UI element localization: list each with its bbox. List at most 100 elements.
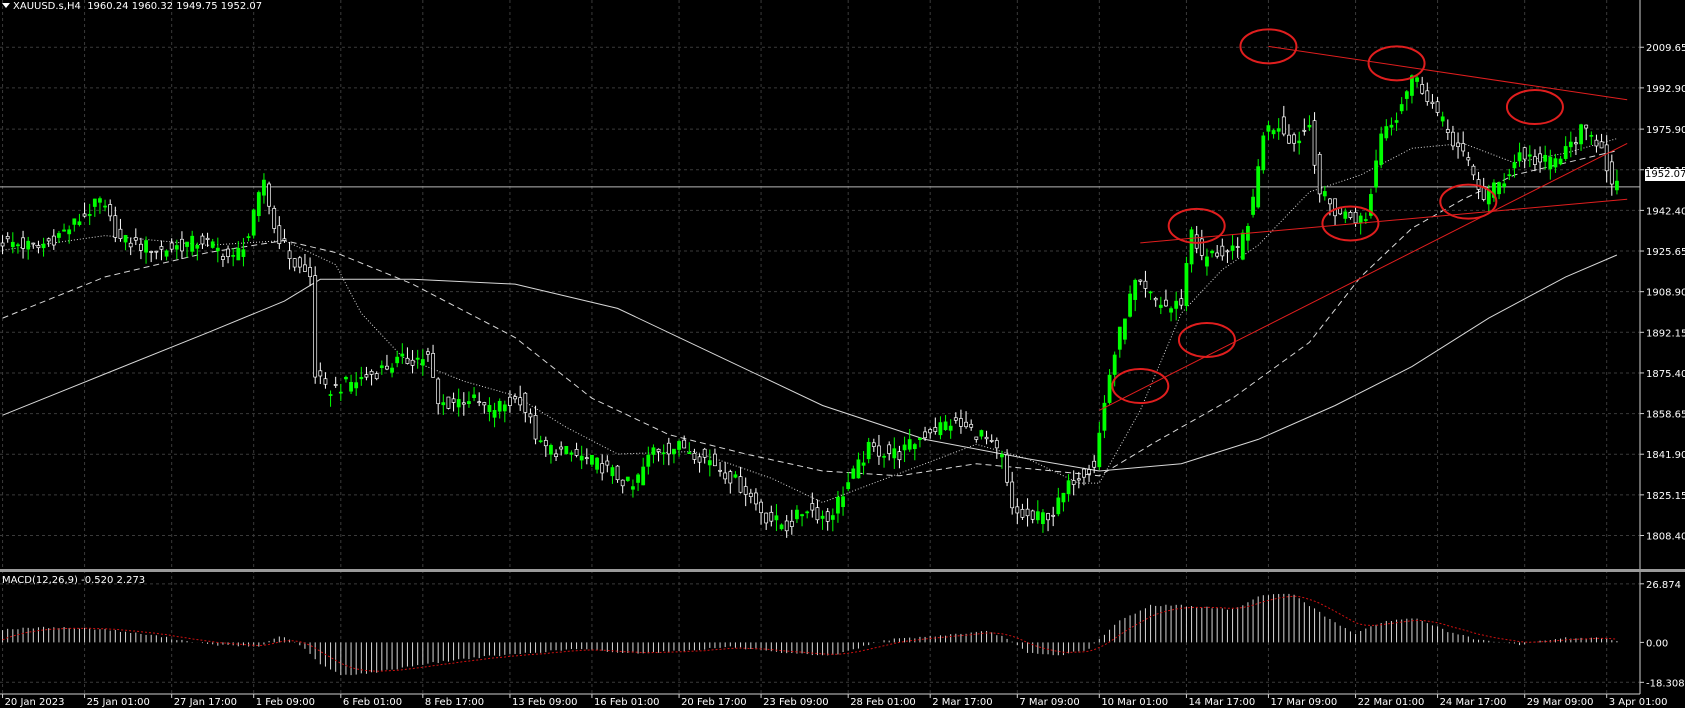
candle-body <box>1435 101 1440 113</box>
y-tick-label: 1875.40 <box>1646 369 1685 380</box>
candle-body <box>62 229 66 232</box>
candle-body <box>1287 134 1291 144</box>
candle-body <box>400 353 405 357</box>
macd-label: MACD(12,26,9) -0.520 2.273 <box>2 575 146 586</box>
candle-body <box>651 447 656 455</box>
candle-body <box>1415 77 1419 82</box>
candle-body <box>1604 144 1609 172</box>
candle-body <box>246 236 251 238</box>
candle-body <box>959 418 963 427</box>
candle-body <box>508 396 512 406</box>
symbol-name: XAUUSD.s,H4 <box>13 1 81 12</box>
x-tick-label: 16 Feb 01:00 <box>594 697 660 708</box>
candle-body <box>405 357 410 364</box>
x-tick-label: 24 Mar 17:00 <box>1440 697 1507 708</box>
candle-body <box>1399 104 1404 112</box>
candle-body <box>1507 174 1512 177</box>
candle-body <box>1276 128 1281 132</box>
candle-body <box>313 275 318 378</box>
candle-body <box>877 445 881 457</box>
candle-body <box>1184 263 1189 307</box>
candle-body <box>1015 506 1020 514</box>
candle-body <box>379 365 384 368</box>
candle-body <box>492 410 497 418</box>
candle-body <box>984 436 989 440</box>
candle-body <box>559 446 564 450</box>
candle-body <box>841 496 845 508</box>
candle-body <box>1476 179 1481 190</box>
x-tick-label: 13 Feb 09:00 <box>512 697 578 708</box>
candle-body <box>610 467 615 477</box>
candle-body <box>1025 508 1030 517</box>
chevron-down-icon[interactable] <box>2 3 10 8</box>
candle-body <box>1384 126 1389 139</box>
x-tick-label: 28 Feb 01:00 <box>850 697 916 708</box>
candle-body <box>815 507 820 521</box>
candle-body <box>1599 141 1604 149</box>
candle-body <box>1451 131 1455 147</box>
candle-body <box>180 238 184 252</box>
candle-body <box>1256 166 1261 208</box>
candle-body <box>426 351 430 355</box>
candle-body <box>446 396 451 409</box>
candle-body <box>354 382 359 389</box>
candle-body <box>385 365 389 370</box>
candle-body <box>1220 245 1225 257</box>
candle-body <box>728 471 733 484</box>
candle-body <box>1394 120 1399 123</box>
candle-body <box>256 192 261 217</box>
x-tick-label: 20 Jan 2023 <box>5 697 65 708</box>
candle-body <box>1292 134 1296 144</box>
candle-body <box>754 492 758 505</box>
candle-body <box>1117 326 1122 350</box>
candle-body <box>1445 129 1450 133</box>
candle-body <box>1527 154 1532 157</box>
y-tick-label: 1825.15 <box>1646 491 1685 502</box>
candle-body <box>390 367 394 373</box>
candle-body <box>866 441 871 460</box>
candle-body <box>1379 133 1384 165</box>
pane-separator <box>0 569 1685 572</box>
candle-body <box>641 466 646 486</box>
candle-body <box>1061 492 1066 503</box>
candle-body <box>538 440 543 443</box>
candle-body <box>784 520 789 532</box>
candle-body <box>108 204 113 217</box>
candle-body <box>918 437 922 441</box>
candle-body <box>682 439 687 449</box>
candle-body <box>897 451 902 461</box>
candle-body <box>928 429 933 434</box>
candle-body <box>513 396 517 400</box>
x-tick-label: 17 Mar 09:00 <box>1270 697 1337 708</box>
candle-body <box>795 509 799 520</box>
candle-body <box>72 218 77 225</box>
candle-body <box>1609 161 1614 185</box>
candle-body <box>51 235 56 246</box>
candle-body <box>1558 158 1563 165</box>
candle-body <box>1266 125 1271 132</box>
candle-body <box>1041 512 1045 525</box>
candle-body <box>57 233 61 238</box>
y-tick-label: 1908.90 <box>1646 288 1685 299</box>
candle-body <box>923 431 927 439</box>
candle-body <box>1205 256 1209 267</box>
candle-body <box>743 486 748 495</box>
candle-body <box>969 424 974 428</box>
candle-body <box>861 462 866 466</box>
candle-body <box>1574 142 1578 145</box>
candle-body <box>825 511 830 522</box>
candle-body <box>1128 293 1132 317</box>
candle-body <box>1297 140 1302 144</box>
chart-canvas[interactable]: 2009.651992.901975.901959.151942.401925.… <box>0 0 1685 708</box>
candle-body <box>1420 84 1425 94</box>
candle-body <box>87 214 92 216</box>
candle-body <box>144 240 148 253</box>
candle-body <box>564 446 569 455</box>
symbol-header[interactable]: XAUUSD.s,H4 1960.24 1960.32 1949.75 1952… <box>2 1 262 12</box>
candle-body <box>359 376 364 380</box>
y-tick-label: 2009.65 <box>1646 43 1685 54</box>
ohlc-values: 1960.24 1960.32 1949.75 1952.07 <box>87 1 263 12</box>
candle-body <box>1486 189 1491 205</box>
candle-body <box>533 415 538 440</box>
candle-body <box>113 215 118 238</box>
